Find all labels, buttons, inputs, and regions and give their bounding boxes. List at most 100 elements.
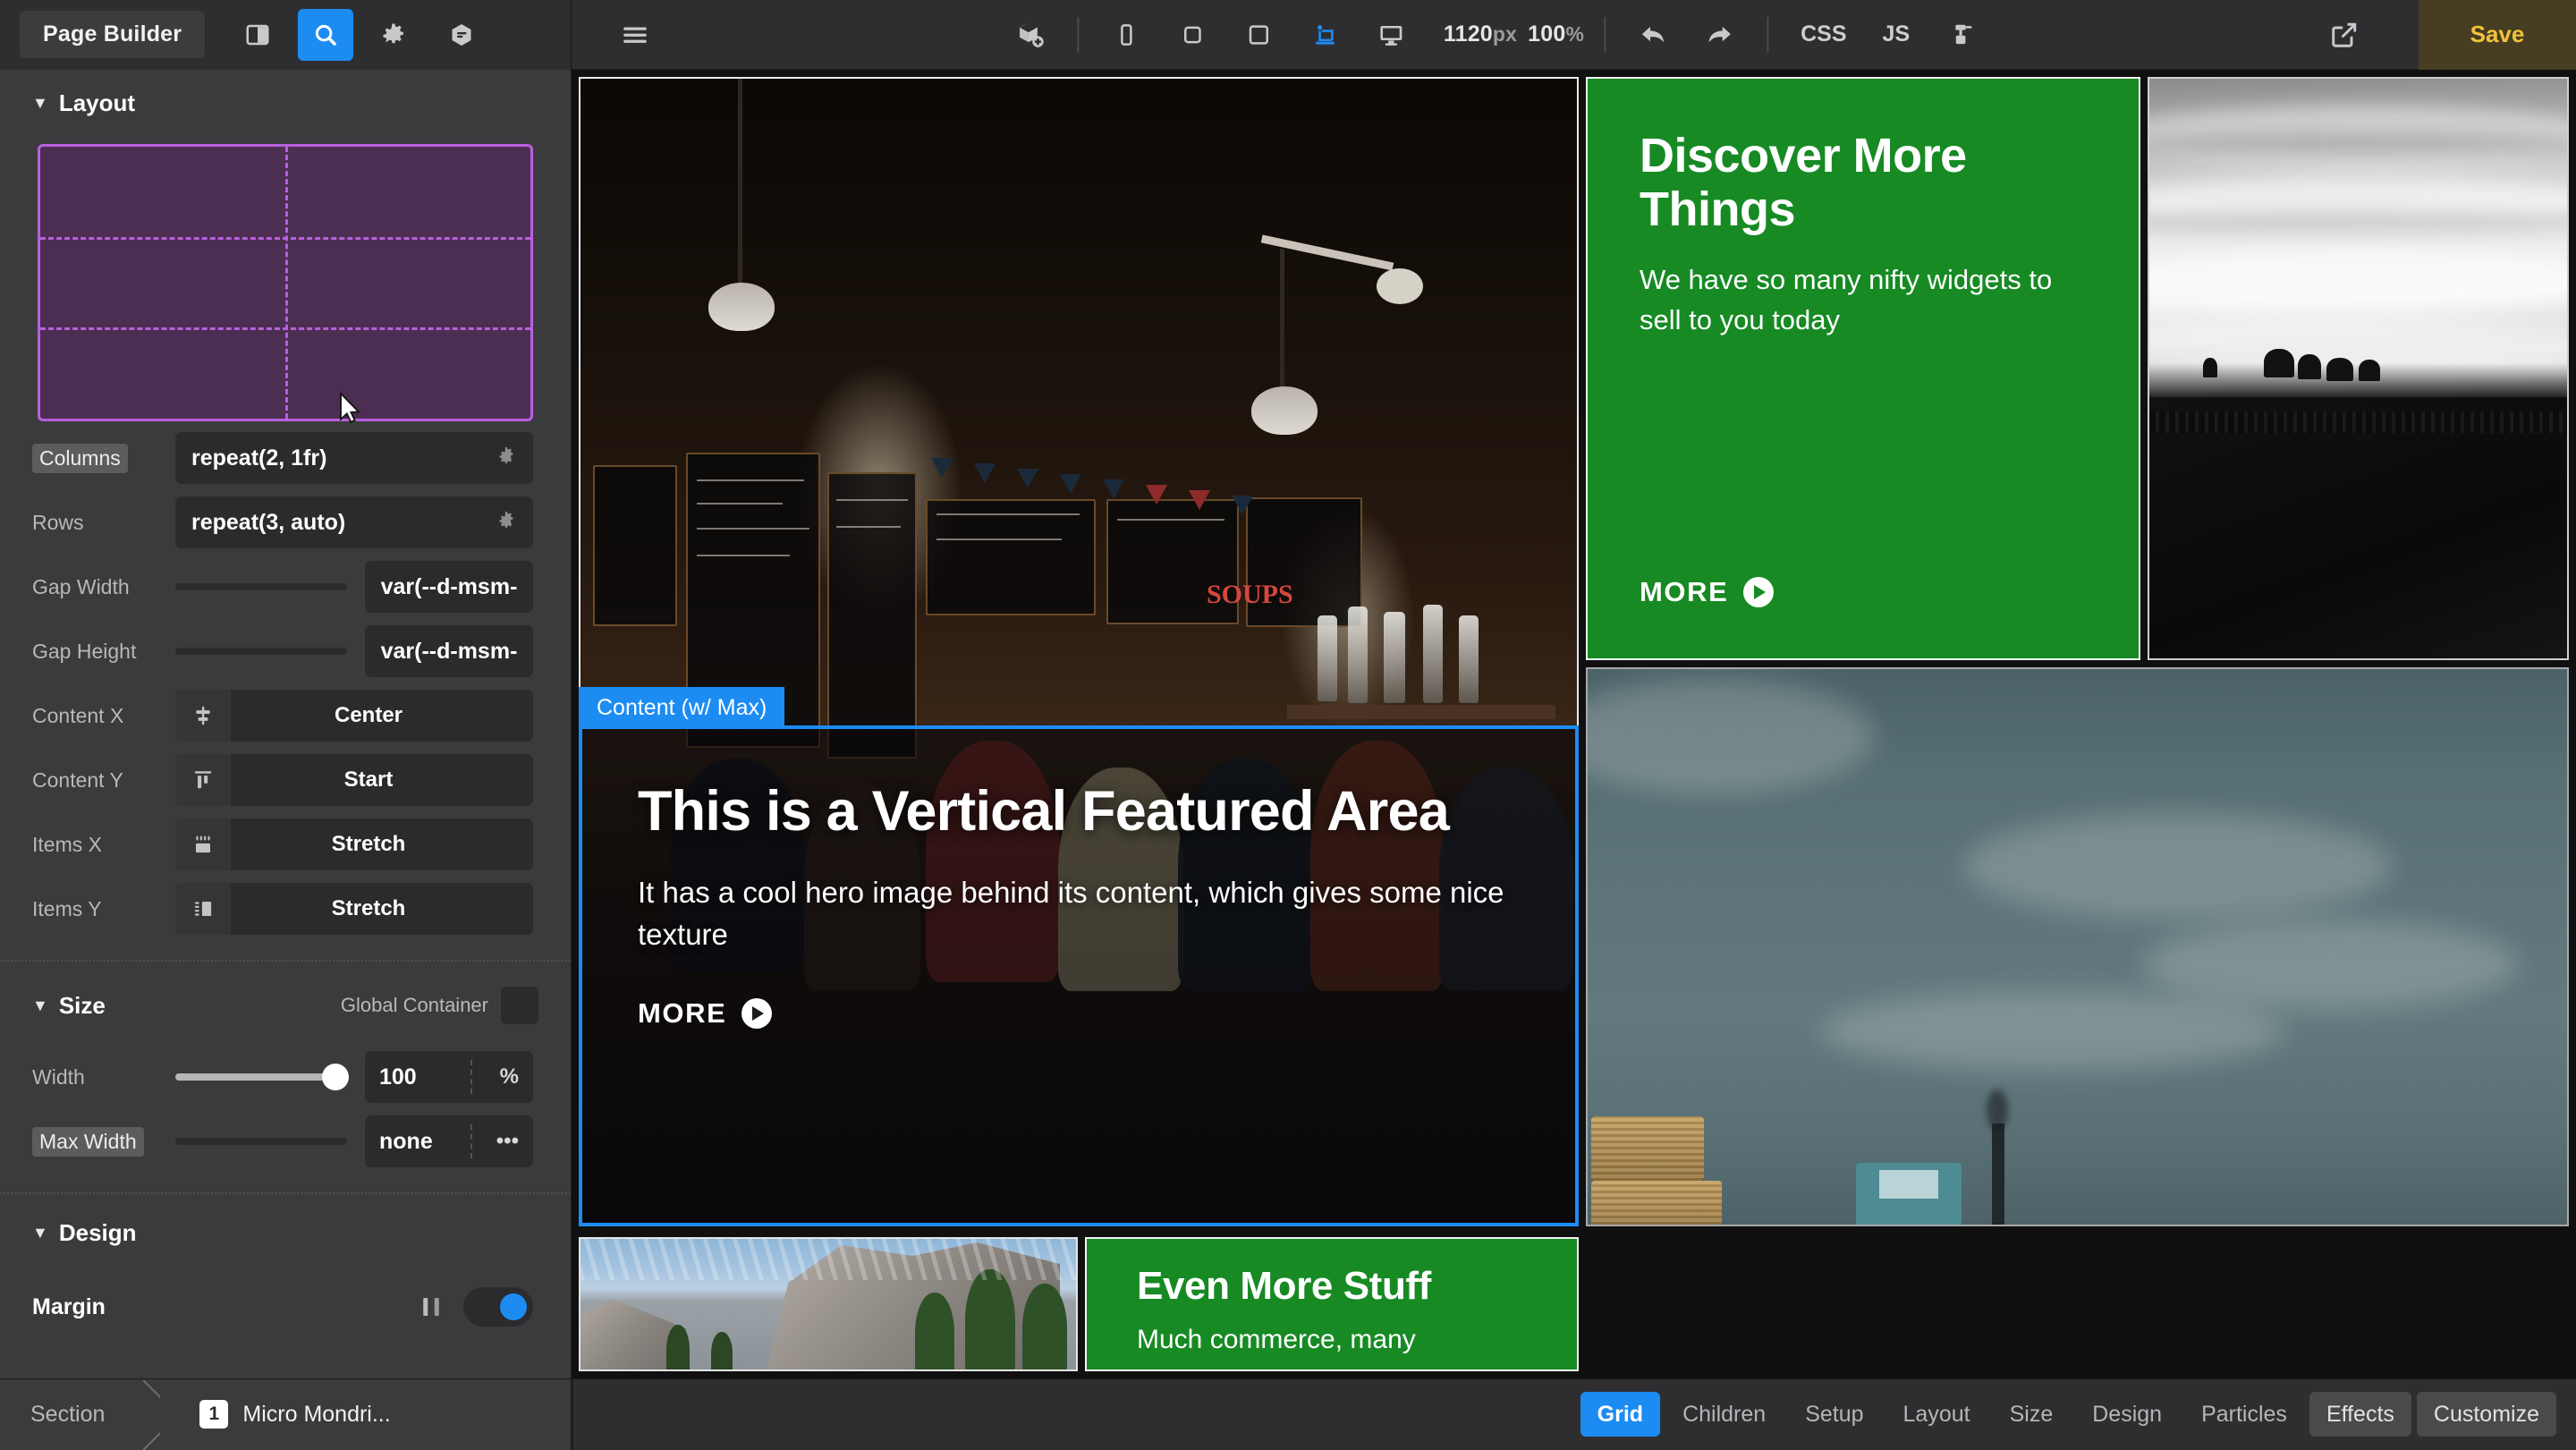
size-section-header[interactable]: ▼ Size Global Container	[0, 967, 571, 1040]
items-y-select[interactable]: Stretch	[175, 883, 533, 935]
width-input[interactable]: 100 %	[365, 1051, 533, 1103]
toolbar-divider-1	[1077, 17, 1079, 53]
breadcrumb-panel: Section 1 Micro Mondri...	[0, 1379, 572, 1450]
content-x-row: Content X Center	[0, 688, 571, 743]
laptop-view-icon[interactable]	[1297, 9, 1352, 61]
chevron-down-icon: ▼	[32, 94, 48, 113]
items-y-value: Stretch	[231, 896, 533, 921]
global-container-toggle[interactable]	[501, 987, 538, 1024]
tab-customize[interactable]: Customize	[2417, 1392, 2556, 1437]
columns-input[interactable]: repeat(2, 1fr)	[175, 432, 533, 484]
width-slider[interactable]	[175, 1073, 347, 1081]
add-block-icon[interactable]	[1002, 9, 1057, 61]
toolbar-divider-2	[1604, 17, 1606, 53]
gap-width-slider[interactable]	[175, 583, 347, 590]
items-x-label: Items X	[32, 833, 175, 857]
tab-effects[interactable]: Effects	[2309, 1392, 2411, 1437]
viewport-width-value: 1120px	[1444, 21, 1517, 47]
undo-arrow-icon[interactable]	[1625, 9, 1681, 61]
max-width-value: none	[379, 1129, 433, 1155]
global-container-label: Global Container	[341, 994, 488, 1017]
tab-size[interactable]: Size	[1993, 1392, 2071, 1437]
drill-tool-icon[interactable]	[1933, 9, 1988, 61]
js-button[interactable]: JS	[1870, 21, 1923, 47]
items-x-select[interactable]: Stretch	[175, 818, 533, 870]
content-y-row: Content Y Start	[0, 752, 571, 808]
rows-input[interactable]: repeat(3, auto)	[175, 496, 533, 548]
max-width-slider[interactable]	[175, 1138, 347, 1145]
granite-cliffs-photo[interactable]	[579, 1237, 1078, 1371]
max-width-row: Max Width none •••	[0, 1114, 571, 1169]
layers-hexagon-icon[interactable]	[434, 9, 489, 61]
content-x-select[interactable]: Center	[175, 690, 533, 742]
layout-section-header[interactable]: ▼ Layout	[0, 70, 571, 133]
breadcrumb: Section 1 Micro Mondri...	[0, 1379, 421, 1450]
foggy-hills-bw-photo[interactable]	[2148, 77, 2569, 660]
margin-sides-icon[interactable]	[411, 1287, 451, 1327]
search-icon[interactable]	[298, 9, 353, 61]
settings-sidebar: ▼ Layout Columns repeat(2, 1fr) Rows rep…	[0, 70, 572, 1378]
teal-sky-hay-photo[interactable]	[1586, 667, 2569, 1226]
tab-grid[interactable]: Grid	[1580, 1392, 1660, 1437]
rows-row: Rows repeat(3, auto)	[0, 495, 571, 550]
max-width-label: Max Width	[32, 1127, 144, 1157]
design-section-header[interactable]: ▼ Design	[0, 1200, 571, 1263]
tab-design[interactable]: Design	[2075, 1392, 2179, 1437]
status-bar: Section 1 Micro Mondri... Grid Children …	[0, 1378, 2576, 1449]
tab-children[interactable]: Children	[1665, 1392, 1783, 1437]
gear-icon[interactable]	[366, 9, 421, 61]
grid-preview[interactable]	[38, 144, 533, 421]
mobile-view-icon[interactable]	[1098, 9, 1154, 61]
breadcrumb-item-section[interactable]: Section	[0, 1379, 135, 1450]
chevron-down-icon: ▼	[32, 996, 48, 1015]
external-link-icon[interactable]	[2317, 9, 2372, 61]
max-width-more-icon[interactable]: •••	[496, 1129, 519, 1154]
stretch-vertical-icon	[175, 883, 231, 935]
desktop-view-icon[interactable]	[1363, 9, 1419, 61]
margin-label: Margin	[32, 1294, 175, 1320]
sidebar-toggle-icon[interactable]	[230, 9, 285, 61]
breadcrumb-item-current[interactable]: 1 Micro Mondri...	[160, 1379, 420, 1450]
hamburger-menu-icon[interactable]	[607, 9, 663, 61]
selection-badge: Content (w/ Max)	[579, 687, 784, 729]
items-y-label: Items Y	[32, 897, 175, 921]
section-divider-1	[0, 960, 571, 962]
tab-setup[interactable]: Setup	[1788, 1392, 1880, 1437]
gap-height-input[interactable]: var(--d-msm-	[365, 625, 533, 677]
margin-link-toggle[interactable]	[463, 1287, 533, 1327]
top-toolbar: Page Builder	[0, 0, 2576, 70]
gap-width-input[interactable]: var(--d-msm-	[365, 561, 533, 613]
green-card-discover[interactable]: Discover More Things We have so many nif…	[1586, 77, 2140, 660]
hero-more-label: MORE	[638, 997, 726, 1030]
redo-arrow-icon[interactable]	[1691, 9, 1747, 61]
save-button[interactable]: Save	[2419, 0, 2576, 70]
width-slider-knob[interactable]	[322, 1064, 349, 1090]
green-card-even-more[interactable]: Even More Stuff Much commerce, many	[1085, 1237, 1579, 1371]
width-value: 100	[379, 1064, 417, 1090]
width-label: Width	[32, 1065, 175, 1090]
css-button[interactable]: CSS	[1788, 21, 1859, 47]
gap-height-slider[interactable]	[175, 648, 347, 655]
max-width-input[interactable]: none •••	[365, 1115, 533, 1167]
section-divider-2	[0, 1192, 571, 1194]
margin-row: Margin	[0, 1279, 571, 1335]
hero-more-button[interactable]: MORE	[638, 997, 1520, 1030]
gap-height-label: Gap Height	[32, 640, 175, 664]
tablet-portrait-view-icon[interactable]	[1165, 9, 1220, 61]
tab-layout[interactable]: Layout	[1886, 1392, 1987, 1437]
tab-particles[interactable]: Particles	[2184, 1392, 2304, 1437]
statusbar-divider	[572, 1379, 573, 1450]
hero-content-block-selected[interactable]: Content (w/ Max) This is a Vertical Feat…	[579, 725, 1579, 1226]
tablet-landscape-view-icon[interactable]	[1231, 9, 1286, 61]
green-card-more-button[interactable]: MORE	[1640, 576, 2087, 608]
content-y-select[interactable]: Start	[175, 754, 533, 806]
toolbar-divider-3	[1767, 17, 1768, 53]
rows-value: repeat(3, auto)	[191, 510, 345, 536]
gear-icon[interactable]	[496, 445, 517, 472]
zoom-level-value: 100%	[1528, 21, 1584, 47]
page-builder-title[interactable]: Page Builder	[20, 11, 205, 58]
gear-icon[interactable]	[496, 509, 517, 537]
columns-label: Columns	[32, 444, 128, 473]
width-unit[interactable]: %	[500, 1064, 519, 1090]
align-start-vertical-icon	[175, 754, 231, 806]
